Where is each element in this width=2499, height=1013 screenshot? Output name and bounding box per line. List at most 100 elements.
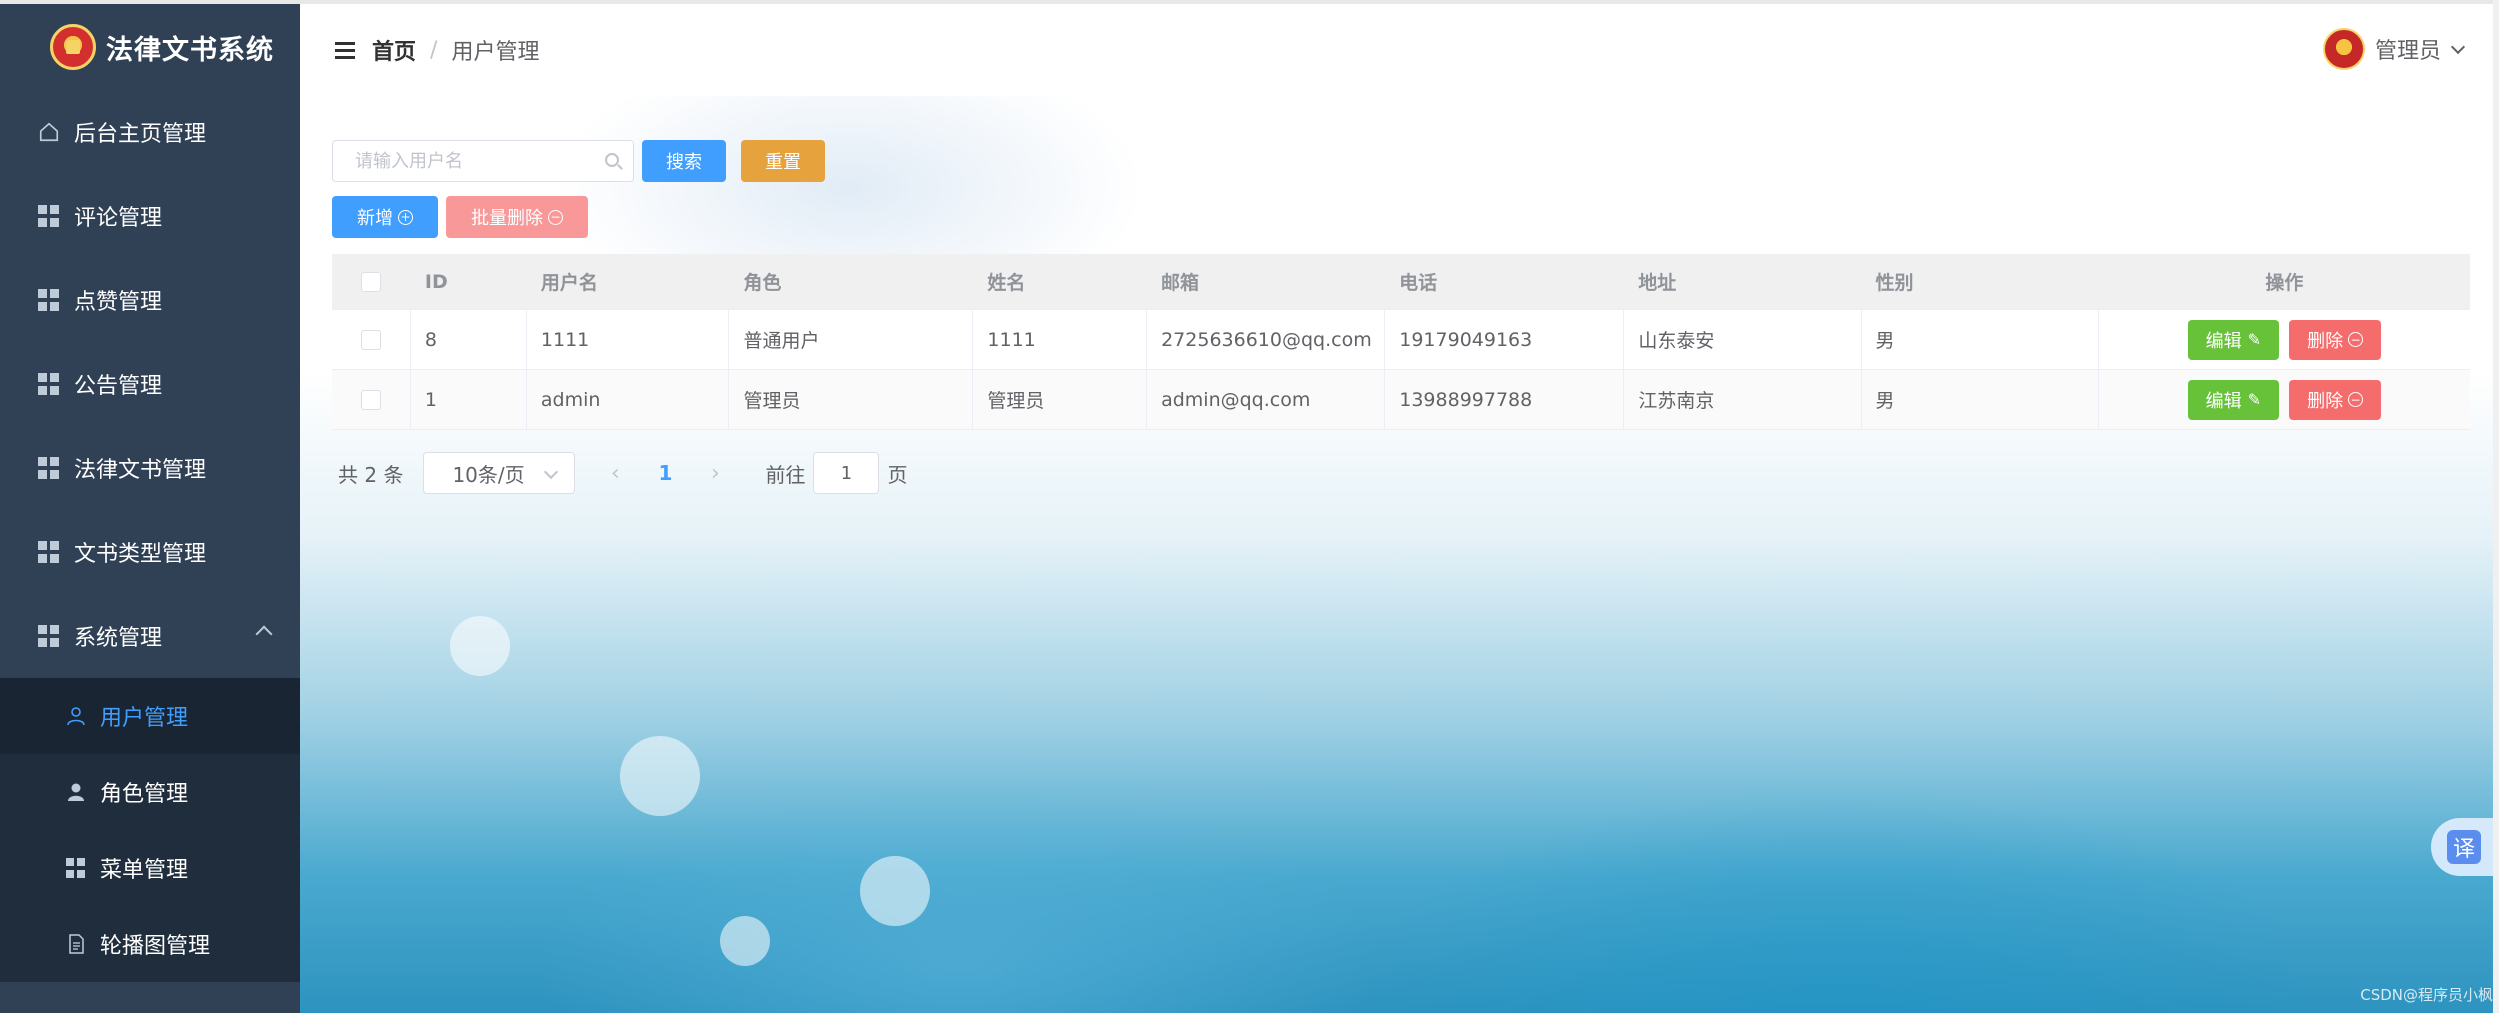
sidebar-item-comments[interactable]: 评论管理 (0, 174, 300, 258)
edit-button-label: 编辑 (2205, 330, 2242, 352)
top-header: 首页 / 用户管理 管理员 (300, 0, 2499, 96)
cell-phone: 19179049163 (1385, 310, 1625, 369)
grid-icon (38, 541, 60, 563)
prev-page-icon[interactable]: ‹ (595, 452, 635, 494)
grid-icon (38, 373, 60, 395)
row-checkbox[interactable] (360, 329, 381, 350)
add-button-label: 新增 (357, 208, 393, 229)
scrollbar[interactable] (2493, 0, 2499, 1013)
table-header: ID 用户名 角色 姓名 邮箱 电话 地址 性别 操作 (332, 254, 2470, 310)
cell-operations: 编辑 ✎ 删除 − (2099, 370, 2470, 429)
submenu-item-roles[interactable]: 角色管理 (0, 754, 300, 830)
column-header: 姓名 (987, 272, 1026, 294)
sidebar-item-system[interactable]: 系统管理 (0, 594, 300, 678)
user-menu[interactable]: 管理员 (2322, 28, 2466, 70)
row-checkbox[interactable] (360, 389, 381, 410)
reset-button[interactable]: 重置 (741, 140, 825, 182)
cell-email: admin@qq.com (1147, 370, 1386, 429)
home-icon (38, 121, 60, 143)
translate-button[interactable]: 译 (2431, 818, 2497, 876)
minus-circle-icon: − (2348, 332, 2364, 347)
goto-page-input[interactable]: 1 (813, 452, 880, 494)
column-header: ID (424, 270, 448, 293)
cell-gender: 男 (1862, 310, 2099, 369)
search-icon (605, 153, 619, 167)
sidebar-item-label: 评论管理 (74, 206, 163, 231)
grid-icon (38, 625, 60, 647)
submenu-item-users[interactable]: 用户管理 (0, 678, 300, 754)
batch-delete-button[interactable]: 批量删除 − (446, 196, 588, 238)
watermark: CSDN@程序员小枫 (2360, 986, 2493, 1004)
sidebar-item-home[interactable]: 后台主页管理 (0, 90, 300, 174)
search-bar: 搜索 重置 (332, 140, 825, 182)
sidebar-item-likes[interactable]: 点赞管理 (0, 258, 300, 342)
column-header: 角色 (743, 272, 782, 294)
page-size-select[interactable]: 10条/页 (423, 452, 576, 494)
user-filled-icon (66, 782, 86, 802)
search-button[interactable]: 搜索 (642, 140, 726, 182)
sidebar-item-label: 系统管理 (74, 626, 163, 651)
menu-toggle-icon[interactable] (335, 42, 355, 60)
sidebar-item-label: 点赞管理 (74, 290, 163, 315)
submenu-item-carousel[interactable]: 轮播图管理 (0, 906, 300, 982)
sidebar-item-label: 文书类型管理 (74, 542, 207, 567)
background-decoration (450, 616, 510, 676)
background-decoration (620, 736, 700, 816)
column-header: 用户名 (540, 272, 598, 294)
page-navigator: ‹ 1 › (595, 452, 735, 494)
minus-circle-icon: − (548, 209, 563, 225)
sidebar-item-label: 法律文书管理 (74, 458, 207, 483)
submenu-item-menus[interactable]: 菜单管理 (0, 830, 300, 906)
page-size-value: 10条/页 (452, 462, 525, 487)
app-title: 法律文书系统 (106, 34, 274, 66)
chevron-down-icon (544, 464, 559, 480)
document-icon (66, 934, 86, 954)
sidebar-item-doc-types[interactable]: 文书类型管理 (0, 510, 300, 594)
translate-icon: 译 (2447, 830, 2481, 864)
pencil-icon: ✎ (2247, 330, 2262, 349)
system-submenu: 用户管理 角色管理 菜单管理 轮播图管理 (0, 678, 300, 982)
chevron-up-icon (255, 625, 273, 643)
column-header: 性别 (1875, 272, 1914, 294)
column-header: 邮箱 (1161, 272, 1200, 294)
delete-button-label: 删除 (2307, 390, 2344, 412)
user-outline-icon (66, 706, 86, 726)
delete-button-label: 删除 (2307, 330, 2344, 352)
cell-gender: 男 (1862, 370, 2099, 429)
select-all-checkbox[interactable] (361, 271, 382, 292)
table-row: 1 admin 管理员 管理员 admin@qq.com 13988997788… (332, 370, 2470, 430)
edit-button[interactable]: 编辑 ✎ (2187, 379, 2280, 420)
edit-button[interactable]: 编辑 ✎ (2187, 319, 2280, 360)
breadcrumb: 首页 / 用户管理 (372, 34, 539, 66)
goto-suffix: 页 (887, 462, 908, 487)
add-button[interactable]: 新增 + (332, 196, 438, 238)
batch-delete-label: 批量删除 (471, 208, 543, 229)
action-bar: 新增 + 批量删除 − (332, 196, 588, 238)
app-logo[interactable]: 法律文书系统 (0, 0, 300, 90)
column-header: 电话 (1399, 272, 1438, 294)
breadcrumb-home[interactable]: 首页 (372, 34, 416, 66)
sidebar-item-label: 后台主页管理 (74, 122, 207, 147)
cell-address: 江苏南京 (1624, 370, 1862, 429)
main-content: 搜索 重置 新增 + 批量删除 − ID 用户名 角色 姓名 邮箱 电话 地址 … (300, 96, 2499, 1013)
sidebar-item-notices[interactable]: 公告管理 (0, 342, 300, 426)
sidebar-item-legal-docs[interactable]: 法律文书管理 (0, 426, 300, 510)
table-row: 8 1111 普通用户 1111 2725636610@qq.com 19179… (332, 310, 2470, 370)
sidebar: 法律文书系统 后台主页管理 评论管理 点赞管理 公告管理 法律文书管理 文书类型… (0, 0, 300, 1013)
delete-button[interactable]: 删除 − (2289, 379, 2382, 420)
cell-address: 山东泰安 (1624, 310, 1862, 369)
search-field[interactable] (332, 140, 634, 182)
cell-username: admin (527, 370, 730, 429)
delete-button[interactable]: 删除 − (2289, 319, 2382, 360)
edit-button-label: 编辑 (2205, 390, 2242, 412)
next-page-icon[interactable]: › (695, 452, 735, 494)
background-decoration (720, 916, 770, 966)
background-decoration (860, 856, 930, 926)
goto-prefix: 前往 (765, 462, 806, 487)
grid-icon (38, 289, 60, 311)
page-number[interactable]: 1 (635, 461, 695, 485)
pagination-total: 共 2 条 (338, 462, 404, 487)
submenu-item-label: 用户管理 (100, 706, 189, 731)
search-input[interactable] (355, 150, 595, 172)
plus-circle-icon: + (398, 209, 413, 225)
